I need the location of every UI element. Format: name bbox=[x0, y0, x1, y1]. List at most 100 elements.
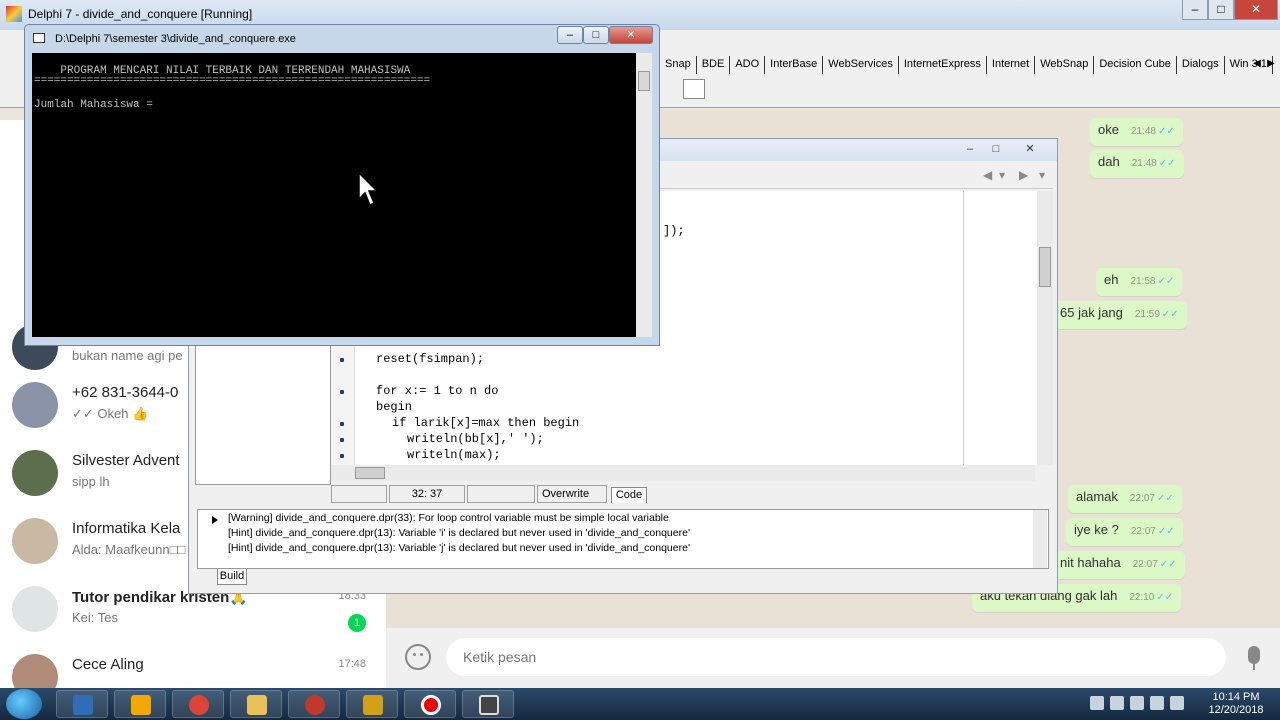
tray-icon[interactable] bbox=[1110, 696, 1124, 710]
maximize-button[interactable]: □ bbox=[1208, 0, 1234, 20]
message-line[interactable]: [Warning] divide_and_conquere.dpr(33): F… bbox=[228, 512, 669, 524]
editor-right-pane bbox=[963, 191, 1037, 465]
read-ticks-icon: ✓✓ bbox=[1158, 126, 1175, 137]
message-input[interactable] bbox=[446, 638, 1226, 676]
taskbar-console[interactable] bbox=[462, 690, 514, 718]
read-ticks-icon: ✓✓ bbox=[1156, 592, 1174, 603]
network-icon[interactable] bbox=[1150, 696, 1164, 710]
back-arrow-icon[interactable]: ◀ bbox=[983, 168, 992, 182]
palette-tab-webservices[interactable]: WebServices bbox=[823, 56, 899, 74]
horizontal-scrollbar[interactable] bbox=[331, 465, 1035, 481]
taskbar-explorer[interactable] bbox=[230, 690, 282, 718]
system-tray bbox=[1090, 696, 1184, 710]
taskbar-app[interactable] bbox=[288, 690, 340, 718]
message-bubble: alamak 22:07 ✓✓ bbox=[1068, 485, 1182, 513]
clock-date: 12/20/2018 bbox=[1208, 704, 1264, 716]
read-ticks-icon: ✓✓ bbox=[1157, 526, 1175, 537]
palette-tab-internet[interactable]: Internet bbox=[987, 56, 1036, 74]
messages-panel[interactable]: [Warning] divide_and_conquere.dpr(33): F… bbox=[197, 509, 1049, 569]
breakpoint-dot bbox=[340, 358, 344, 362]
chat-time: 17:48 bbox=[338, 658, 366, 670]
message-line[interactable]: [Hint] divide_and_conquere.dpr(13): Vari… bbox=[228, 542, 690, 554]
delphi-logo-icon bbox=[363, 695, 383, 715]
message-bubble: eh 21:58 ✓✓ bbox=[1096, 268, 1183, 296]
console-output[interactable]: PROGRAM MENCARI NILAI TERBAIK DAN TERREN… bbox=[32, 53, 636, 337]
read-ticks-icon: ✓✓ bbox=[1159, 559, 1177, 570]
console-scrollbar[interactable] bbox=[636, 53, 652, 337]
code-line: for x:= 1 to n do bbox=[376, 384, 499, 398]
close-button[interactable]: ✕ bbox=[609, 26, 653, 44]
status-modified bbox=[331, 485, 387, 503]
chat-name: Cece Aling bbox=[72, 656, 144, 673]
palette-tab-bde[interactable]: BDE bbox=[697, 56, 731, 74]
status-empty bbox=[467, 485, 535, 503]
mouse-cursor-icon bbox=[358, 172, 379, 207]
forward-arrow-icon[interactable]: ▶ bbox=[1019, 168, 1028, 182]
code-line: writeln(bb[x],' '); bbox=[407, 432, 544, 446]
ide-title: Delphi 7 - divide_and_conquere [Running] bbox=[28, 7, 253, 21]
avatar bbox=[12, 518, 58, 564]
code-line: reset(fsimpan); bbox=[376, 352, 485, 366]
palette-tab-snap[interactable]: Snap bbox=[660, 56, 697, 74]
message-bubble: iye ke ? 22:07 ✓✓ bbox=[1066, 518, 1183, 546]
console-title: D:\Delphi 7\semester 3\divide_and_conque… bbox=[55, 33, 296, 45]
read-ticks-icon: ✓✓ bbox=[1161, 309, 1179, 320]
vertical-scrollbar[interactable] bbox=[1037, 191, 1053, 465]
record-icon bbox=[421, 695, 441, 715]
volume-icon[interactable] bbox=[1130, 696, 1144, 710]
chevron-down-icon[interactable]: ▾ bbox=[1039, 168, 1045, 182]
breakpoint-dot bbox=[340, 390, 344, 394]
taskbar-media-player[interactable] bbox=[56, 690, 108, 718]
tray-icon[interactable] bbox=[1170, 696, 1184, 710]
maximize-button[interactable]: □ bbox=[583, 26, 609, 44]
message-bubble: 65 jak jang 21:59 ✓✓ bbox=[1052, 301, 1187, 329]
read-ticks-icon: ✓✓ bbox=[1156, 493, 1174, 504]
messages-scrollbar[interactable] bbox=[1033, 510, 1047, 568]
maximize-button[interactable]: □ bbox=[983, 141, 1009, 157]
start-button[interactable] bbox=[6, 689, 42, 719]
code-line: begin bbox=[376, 400, 413, 414]
taskbar-app[interactable] bbox=[114, 690, 166, 718]
avatar bbox=[12, 450, 58, 496]
taskbar-recorder[interactable] bbox=[404, 690, 456, 718]
scroll-left-icon[interactable]: ◀ bbox=[1250, 56, 1264, 72]
read-ticks-icon: ✓✓ bbox=[1157, 276, 1175, 287]
insert-mode: Overwrite bbox=[537, 485, 607, 503]
palette-tab-websnap[interactable]: WebSnap bbox=[1035, 56, 1095, 74]
minimize-button[interactable]: – bbox=[557, 26, 583, 44]
emoji-icon[interactable] bbox=[405, 644, 431, 670]
tab-build[interactable]: Build bbox=[217, 569, 247, 585]
code-explorer[interactable] bbox=[195, 339, 331, 485]
palette-tab-internetexpress[interactable]: InternetExpress bbox=[899, 56, 987, 74]
scrollbar-thumb[interactable] bbox=[638, 71, 650, 91]
unread-badge: 1 bbox=[348, 614, 366, 632]
component-icon[interactable] bbox=[683, 79, 705, 99]
console-line: ========================================… bbox=[34, 75, 431, 87]
close-button[interactable]: ✕ bbox=[1017, 141, 1043, 157]
palette-tab-ado[interactable]: ADO bbox=[730, 56, 766, 74]
taskbar-delphi[interactable] bbox=[346, 690, 398, 718]
message-bubble: dah 21:48 ✓✓ bbox=[1090, 150, 1184, 178]
close-button[interactable]: ✕ bbox=[1234, 0, 1278, 20]
chevron-down-icon[interactable]: ▾ bbox=[999, 168, 1005, 182]
minimize-button[interactable]: – bbox=[957, 141, 983, 157]
app-icon bbox=[305, 695, 325, 715]
console-window[interactable]: D:\Delphi 7\semester 3\divide_and_conque… bbox=[24, 24, 660, 346]
avatar bbox=[12, 382, 58, 428]
minimize-button[interactable]: – bbox=[1182, 0, 1208, 20]
console-title-bar[interactable]: D:\Delphi 7\semester 3\divide_and_conque… bbox=[25, 25, 659, 51]
microphone-icon[interactable] bbox=[1248, 646, 1260, 670]
taskbar-chrome[interactable] bbox=[172, 690, 224, 718]
tab-code[interactable]: Code bbox=[611, 487, 647, 503]
palette-tab-dialogs[interactable]: Dialogs bbox=[1177, 56, 1225, 74]
palette-tab-decision-cube[interactable]: Decision Cube bbox=[1094, 56, 1177, 74]
message-line[interactable]: [Hint] divide_and_conquere.dpr(13): Vari… bbox=[228, 527, 690, 539]
scrollbar-thumb[interactable] bbox=[355, 467, 385, 479]
scrollbar-thumb[interactable] bbox=[1039, 247, 1051, 287]
tray-icon[interactable] bbox=[1090, 696, 1104, 710]
scroll-right-icon[interactable]: ▶ bbox=[1264, 56, 1278, 72]
system-clock[interactable]: 10:14 PM 12/20/2018 bbox=[1206, 691, 1266, 717]
console-icon bbox=[479, 695, 499, 715]
palette-tab-interbase[interactable]: InterBase bbox=[765, 56, 824, 74]
message-bubble: oke 21:48 ✓✓ bbox=[1090, 118, 1183, 146]
